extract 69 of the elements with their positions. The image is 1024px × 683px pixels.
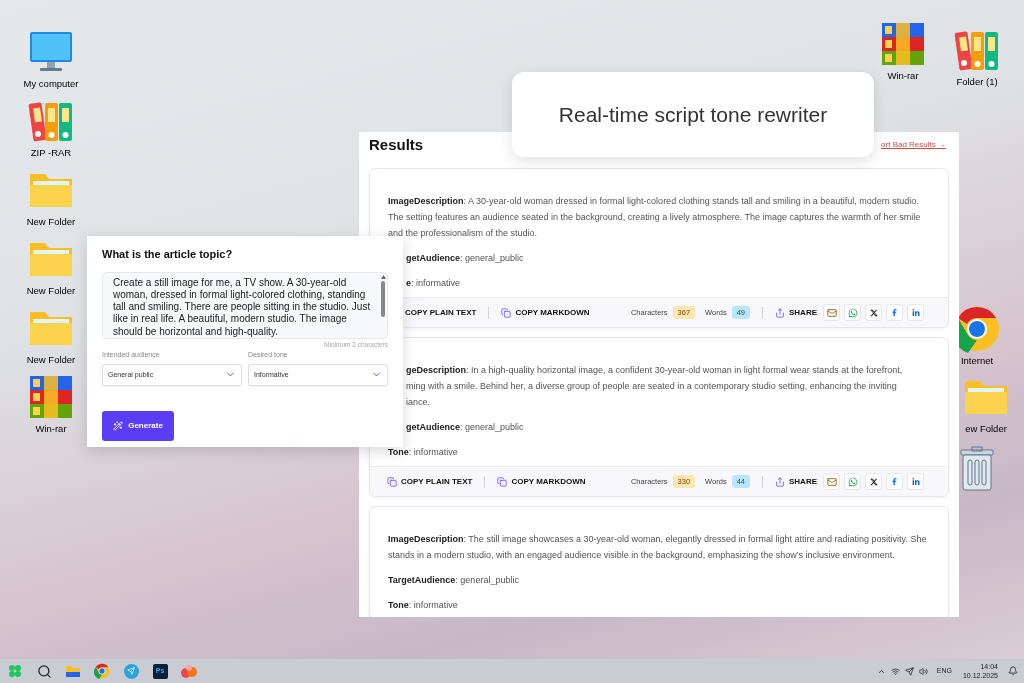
topic-question: What is the article topic?: [102, 247, 234, 262]
field-text: e: informative: [406, 277, 462, 290]
share-icon: [775, 307, 785, 318]
topic-textarea[interactable]: [102, 271, 388, 339]
telegram-tray-icon[interactable]: [904, 666, 914, 676]
x-logo-icon: [869, 477, 878, 486]
mail-icon: [826, 307, 837, 318]
search-icon[interactable]: [36, 663, 52, 679]
chrome-icon: [94, 663, 110, 679]
share-button[interactable]: SHARE: [775, 306, 817, 319]
desktop-icon-label[interactable]: New Folder: [26, 285, 76, 297]
field-text: getAudience: general_public: [406, 252, 525, 265]
copy-plain-text-button[interactable]: COPY PLAIN TEXT: [387, 475, 473, 488]
file-explorer-icon[interactable]: [65, 664, 81, 678]
share-icon: [775, 476, 785, 487]
mail-button[interactable]: [823, 304, 840, 321]
field-text: Tone: informative: [388, 599, 459, 612]
copy-icon: [497, 476, 508, 487]
linkedin-button[interactable]: [907, 304, 924, 321]
desktop-icon-label[interactable]: Folder (1): [956, 76, 998, 88]
desktop-icon-label[interactable]: New Folder: [26, 354, 76, 366]
facebook-button[interactable]: [886, 473, 903, 490]
copy-markdown-button[interactable]: COPY MARKDOWN: [497, 475, 586, 488]
linkedin-icon: [911, 308, 920, 317]
generate-button[interactable]: Generate: [102, 410, 174, 441]
volume-icon[interactable]: [918, 666, 928, 676]
app-title: Real-time script tone rewriter: [558, 101, 828, 128]
field-text: iance.: [406, 396, 432, 409]
x-logo-icon: [869, 308, 878, 317]
field-text: Tone: informative: [388, 446, 459, 459]
whatsapp-icon: [847, 307, 858, 318]
linkedin-icon: [911, 477, 920, 486]
mail-button[interactable]: [823, 473, 840, 490]
desktop-icon-label[interactable]: Win-rar: [887, 70, 919, 82]
linkedin-button[interactable]: [907, 473, 924, 490]
copy-icon: [387, 476, 397, 487]
copy-plain-text-button[interactable]: COPY PLAIN TEXT: [405, 306, 477, 319]
share-button[interactable]: SHARE: [775, 475, 817, 488]
whatsapp-icon: [847, 476, 858, 487]
archive-icon: [27, 373, 75, 421]
results-title: Results: [369, 134, 424, 155]
wifi-icon[interactable]: [890, 666, 900, 676]
field-text: geDescription: In a high-quality horizontal image, a confident 30-year-old woman in light formal wear stands at the forefront,: [406, 364, 904, 377]
report-link[interactable]: ort Bad Results →: [881, 139, 946, 151]
field-text: getAudience: general_public: [406, 421, 525, 434]
notification-bell-icon[interactable]: [1008, 666, 1018, 676]
mail-icon: [826, 476, 837, 487]
archive-icon: [879, 20, 927, 68]
start-icon[interactable]: [8, 664, 22, 678]
x-logo-button[interactable]: [865, 473, 882, 490]
copy-icon: [501, 307, 512, 318]
facebook-icon: [891, 478, 898, 485]
desktop-icon-label[interactable]: Internet: [960, 355, 994, 367]
desktop-icon-label[interactable]: New Folder: [26, 216, 76, 228]
field-text: ming with a smile. Behind her, a diverse group of people are seated in a contemporary studio setting, enhancing the inviting: [406, 380, 898, 393]
topic-text: Create a still image for me, a TV show. A 30-year-old woman, dressed in formal light-colored clothing, standing tall and smiling. There are people sitting in the studio. Just like in real life. A beautiful, modern studio. The image should be horizontal and high-quality.: [112, 275, 372, 338]
field-text: ImageDescription: A 30-year-old woman dressed in formal light-colored clothing stands tall and smiling in a beautiful, modern studio. The setting features an audience seated in the background, creating a lively atmosphere. The image captures the warmth of her smile and the professionalism of the studio.: [388, 195, 922, 240]
desktop-icon-label[interactable]: My computer: [23, 78, 79, 90]
app-icon[interactable]: [181, 663, 197, 679]
desktop-icon-label[interactable]: Win-rar: [35, 423, 67, 435]
facebook-icon: [891, 309, 898, 316]
field-text: ImageDescription: The still image showcases a 30-year-old woman, elegantly dressed in formal light attire and radiating positivity. She stands in a modern studio, with an engaged audience visible in the background, emphasizing the show’s inclusive environment.: [388, 533, 928, 562]
field-text: TargetAudience: general_public: [388, 574, 520, 587]
desktop-icon-label[interactable]: ew Folder: [965, 423, 1007, 435]
copy-markdown-button[interactable]: COPY MARKDOWN: [501, 306, 590, 319]
x-logo-button[interactable]: [865, 304, 882, 321]
desktop-icon-label[interactable]: ZIP -RAR: [30, 147, 72, 159]
facebook-button[interactable]: [886, 304, 903, 321]
magic-wand-icon: [113, 420, 124, 431]
